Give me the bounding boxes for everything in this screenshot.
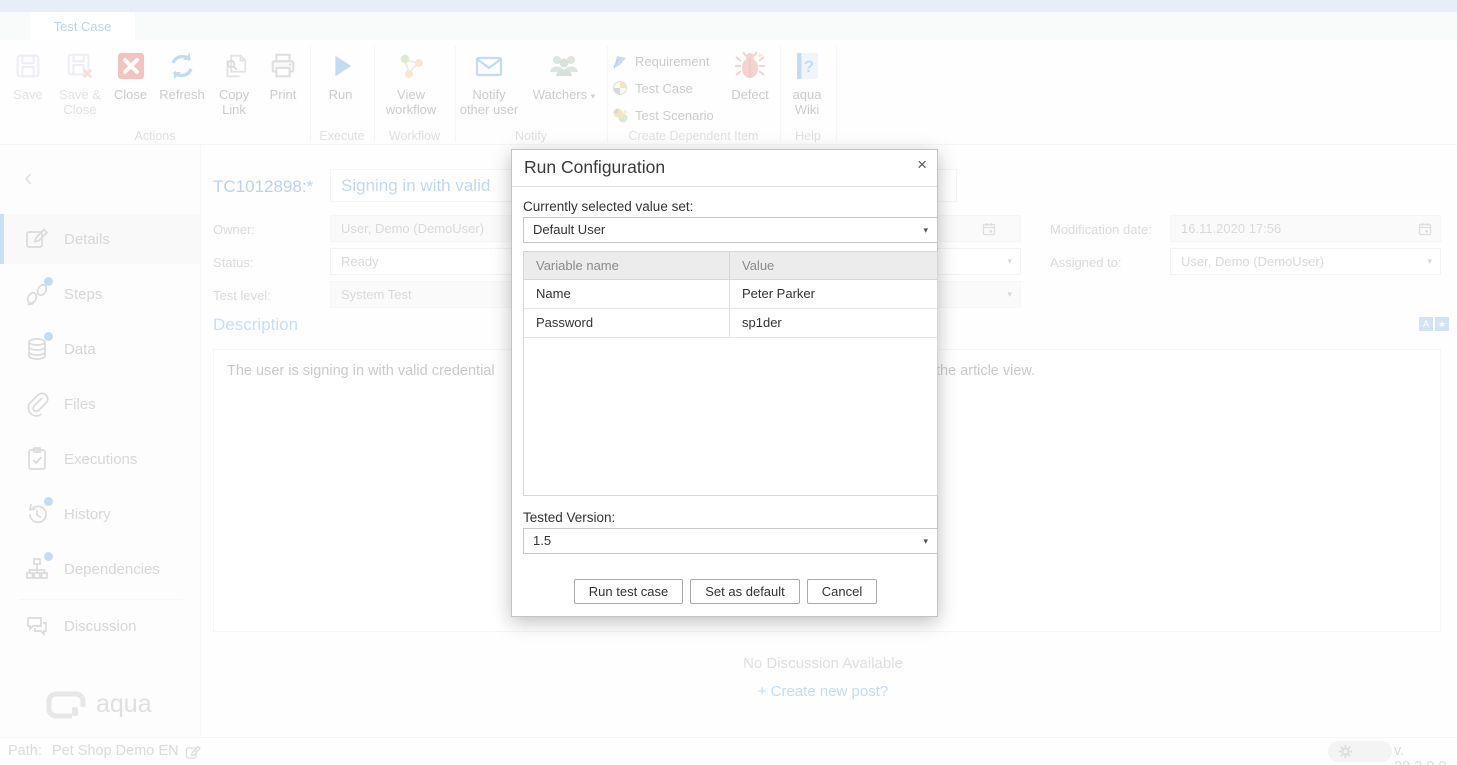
dialog-close-icon[interactable]: × <box>917 155 927 175</box>
dropdown-caret-icon: ▾ <box>923 529 928 553</box>
variable-value-cell[interactable]: Peter Parker <box>730 280 937 308</box>
value-set-label: Currently selected value set: <box>523 199 693 214</box>
tested-version-dropdown[interactable]: 1.5 ▾ <box>523 528 938 554</box>
run-test-case-button[interactable]: Run test case <box>574 579 684 604</box>
run-configuration-dialog: Run Configuration × Currently selected v… <box>511 149 938 617</box>
variables-table: Variable name Value Name Peter Parker Pa… <box>523 251 938 496</box>
value-set-dropdown[interactable]: Default User ▾ <box>523 217 938 243</box>
variable-value-cell[interactable]: sp1der <box>730 309 937 337</box>
dialog-title: Run Configuration <box>524 157 665 178</box>
cancel-button[interactable]: Cancel <box>807 579 877 604</box>
variable-name-cell: Password <box>524 309 730 337</box>
set-as-default-button[interactable]: Set as default <box>690 579 800 604</box>
column-header-variable-name: Variable name <box>524 252 730 279</box>
dialog-header: Run Configuration × <box>512 150 937 187</box>
dialog-button-row: Run test case Set as default Cancel <box>512 579 939 604</box>
table-header-row: Variable name Value <box>524 252 937 280</box>
table-row: Name Peter Parker <box>524 280 937 309</box>
column-header-value: Value <box>730 252 937 279</box>
table-row: Password sp1der <box>524 309 937 338</box>
variable-name-cell: Name <box>524 280 730 308</box>
tested-version-value: 1.5 <box>533 533 551 548</box>
tested-version-label: Tested Version: <box>523 510 615 525</box>
value-set-value: Default User <box>533 222 605 237</box>
dropdown-caret-icon: ▾ <box>923 218 928 242</box>
